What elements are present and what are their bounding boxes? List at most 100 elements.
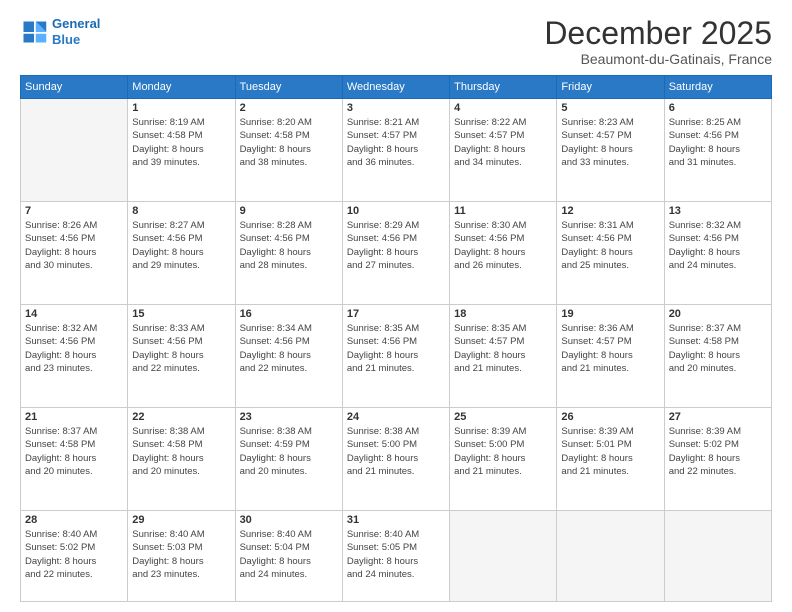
day-info: Sunrise: 8:40 AM Sunset: 5:02 PM Dayligh…	[25, 528, 123, 581]
calendar-cell: 13 Sunrise: 8:32 AM Sunset: 4:56 PM Dayl…	[664, 202, 771, 305]
day-number: 9	[240, 205, 338, 217]
day-number: 28	[25, 514, 123, 526]
weekday-header-row: Sunday Monday Tuesday Wednesday Thursday…	[21, 76, 772, 99]
day-number: 21	[25, 411, 123, 423]
day-number: 25	[454, 411, 552, 423]
header-tuesday: Tuesday	[235, 76, 342, 99]
day-info: Sunrise: 8:38 AM Sunset: 4:58 PM Dayligh…	[132, 425, 230, 478]
logo-text: General Blue	[52, 16, 100, 47]
header-saturday: Saturday	[664, 76, 771, 99]
day-info: Sunrise: 8:39 AM Sunset: 5:02 PM Dayligh…	[669, 425, 767, 478]
day-number: 27	[669, 411, 767, 423]
day-info: Sunrise: 8:23 AM Sunset: 4:57 PM Dayligh…	[561, 116, 659, 169]
calendar-cell: 25 Sunrise: 8:39 AM Sunset: 5:00 PM Dayl…	[450, 408, 557, 511]
day-number: 24	[347, 411, 445, 423]
calendar-cell: 6 Sunrise: 8:25 AM Sunset: 4:56 PM Dayli…	[664, 99, 771, 202]
day-info: Sunrise: 8:20 AM Sunset: 4:58 PM Dayligh…	[240, 116, 338, 169]
header-wednesday: Wednesday	[342, 76, 449, 99]
day-info: Sunrise: 8:34 AM Sunset: 4:56 PM Dayligh…	[240, 322, 338, 375]
day-info: Sunrise: 8:37 AM Sunset: 4:58 PM Dayligh…	[669, 322, 767, 375]
day-number: 13	[669, 205, 767, 217]
calendar-cell: 14 Sunrise: 8:32 AM Sunset: 4:56 PM Dayl…	[21, 305, 128, 408]
calendar-cell: 17 Sunrise: 8:35 AM Sunset: 4:56 PM Dayl…	[342, 305, 449, 408]
day-number: 26	[561, 411, 659, 423]
header-thursday: Thursday	[450, 76, 557, 99]
month-title: December 2025	[544, 16, 772, 51]
calendar-cell: 9 Sunrise: 8:28 AM Sunset: 4:56 PM Dayli…	[235, 202, 342, 305]
day-info: Sunrise: 8:30 AM Sunset: 4:56 PM Dayligh…	[454, 219, 552, 272]
calendar-cell: 1 Sunrise: 8:19 AM Sunset: 4:58 PM Dayli…	[128, 99, 235, 202]
day-info: Sunrise: 8:35 AM Sunset: 4:56 PM Dayligh…	[347, 322, 445, 375]
day-info: Sunrise: 8:36 AM Sunset: 4:57 PM Dayligh…	[561, 322, 659, 375]
calendar-cell	[557, 511, 664, 602]
day-info: Sunrise: 8:35 AM Sunset: 4:57 PM Dayligh…	[454, 322, 552, 375]
calendar-cell: 15 Sunrise: 8:33 AM Sunset: 4:56 PM Dayl…	[128, 305, 235, 408]
day-info: Sunrise: 8:29 AM Sunset: 4:56 PM Dayligh…	[347, 219, 445, 272]
day-info: Sunrise: 8:33 AM Sunset: 4:56 PM Dayligh…	[132, 322, 230, 375]
day-number: 10	[347, 205, 445, 217]
location-subtitle: Beaumont-du-Gatinais, France	[544, 51, 772, 67]
day-info: Sunrise: 8:28 AM Sunset: 4:56 PM Dayligh…	[240, 219, 338, 272]
calendar-cell: 20 Sunrise: 8:37 AM Sunset: 4:58 PM Dayl…	[664, 305, 771, 408]
day-info: Sunrise: 8:19 AM Sunset: 4:58 PM Dayligh…	[132, 116, 230, 169]
day-number: 6	[669, 102, 767, 114]
day-info: Sunrise: 8:32 AM Sunset: 4:56 PM Dayligh…	[25, 322, 123, 375]
calendar-cell: 26 Sunrise: 8:39 AM Sunset: 5:01 PM Dayl…	[557, 408, 664, 511]
calendar-cell: 30 Sunrise: 8:40 AM Sunset: 5:04 PM Dayl…	[235, 511, 342, 602]
day-number: 3	[347, 102, 445, 114]
logo: General Blue	[20, 16, 100, 47]
logo-line1: General	[52, 16, 100, 31]
calendar-cell: 27 Sunrise: 8:39 AM Sunset: 5:02 PM Dayl…	[664, 408, 771, 511]
logo-icon	[20, 18, 48, 46]
calendar-cell	[664, 511, 771, 602]
title-block: December 2025 Beaumont-du-Gatinais, Fran…	[544, 16, 772, 67]
day-number: 4	[454, 102, 552, 114]
calendar-cell: 21 Sunrise: 8:37 AM Sunset: 4:58 PM Dayl…	[21, 408, 128, 511]
calendar-cell: 16 Sunrise: 8:34 AM Sunset: 4:56 PM Dayl…	[235, 305, 342, 408]
calendar-cell: 31 Sunrise: 8:40 AM Sunset: 5:05 PM Dayl…	[342, 511, 449, 602]
day-info: Sunrise: 8:40 AM Sunset: 5:04 PM Dayligh…	[240, 528, 338, 581]
day-number: 31	[347, 514, 445, 526]
day-number: 17	[347, 308, 445, 320]
day-number: 12	[561, 205, 659, 217]
day-info: Sunrise: 8:27 AM Sunset: 4:56 PM Dayligh…	[132, 219, 230, 272]
day-info: Sunrise: 8:31 AM Sunset: 4:56 PM Dayligh…	[561, 219, 659, 272]
header: General Blue December 2025 Beaumont-du-G…	[20, 16, 772, 67]
page: General Blue December 2025 Beaumont-du-G…	[0, 0, 792, 612]
day-info: Sunrise: 8:21 AM Sunset: 4:57 PM Dayligh…	[347, 116, 445, 169]
calendar-cell: 22 Sunrise: 8:38 AM Sunset: 4:58 PM Dayl…	[128, 408, 235, 511]
day-number: 22	[132, 411, 230, 423]
calendar-cell: 28 Sunrise: 8:40 AM Sunset: 5:02 PM Dayl…	[21, 511, 128, 602]
calendar-table: Sunday Monday Tuesday Wednesday Thursday…	[20, 75, 772, 602]
header-sunday: Sunday	[21, 76, 128, 99]
day-info: Sunrise: 8:38 AM Sunset: 4:59 PM Dayligh…	[240, 425, 338, 478]
header-friday: Friday	[557, 76, 664, 99]
calendar-cell: 23 Sunrise: 8:38 AM Sunset: 4:59 PM Dayl…	[235, 408, 342, 511]
day-number: 14	[25, 308, 123, 320]
day-number: 16	[240, 308, 338, 320]
day-info: Sunrise: 8:26 AM Sunset: 4:56 PM Dayligh…	[25, 219, 123, 272]
day-info: Sunrise: 8:38 AM Sunset: 5:00 PM Dayligh…	[347, 425, 445, 478]
day-number: 2	[240, 102, 338, 114]
header-monday: Monday	[128, 76, 235, 99]
day-info: Sunrise: 8:40 AM Sunset: 5:05 PM Dayligh…	[347, 528, 445, 581]
calendar-cell: 2 Sunrise: 8:20 AM Sunset: 4:58 PM Dayli…	[235, 99, 342, 202]
calendar-cell: 10 Sunrise: 8:29 AM Sunset: 4:56 PM Dayl…	[342, 202, 449, 305]
calendar-cell: 4 Sunrise: 8:22 AM Sunset: 4:57 PM Dayli…	[450, 99, 557, 202]
day-number: 20	[669, 308, 767, 320]
day-number: 1	[132, 102, 230, 114]
day-info: Sunrise: 8:39 AM Sunset: 5:01 PM Dayligh…	[561, 425, 659, 478]
day-number: 30	[240, 514, 338, 526]
calendar-cell: 5 Sunrise: 8:23 AM Sunset: 4:57 PM Dayli…	[557, 99, 664, 202]
calendar-cell: 11 Sunrise: 8:30 AM Sunset: 4:56 PM Dayl…	[450, 202, 557, 305]
calendar-cell: 8 Sunrise: 8:27 AM Sunset: 4:56 PM Dayli…	[128, 202, 235, 305]
day-info: Sunrise: 8:39 AM Sunset: 5:00 PM Dayligh…	[454, 425, 552, 478]
day-number: 15	[132, 308, 230, 320]
day-info: Sunrise: 8:40 AM Sunset: 5:03 PM Dayligh…	[132, 528, 230, 581]
day-number: 5	[561, 102, 659, 114]
day-info: Sunrise: 8:22 AM Sunset: 4:57 PM Dayligh…	[454, 116, 552, 169]
day-number: 29	[132, 514, 230, 526]
calendar-cell: 24 Sunrise: 8:38 AM Sunset: 5:00 PM Dayl…	[342, 408, 449, 511]
day-number: 7	[25, 205, 123, 217]
day-number: 23	[240, 411, 338, 423]
